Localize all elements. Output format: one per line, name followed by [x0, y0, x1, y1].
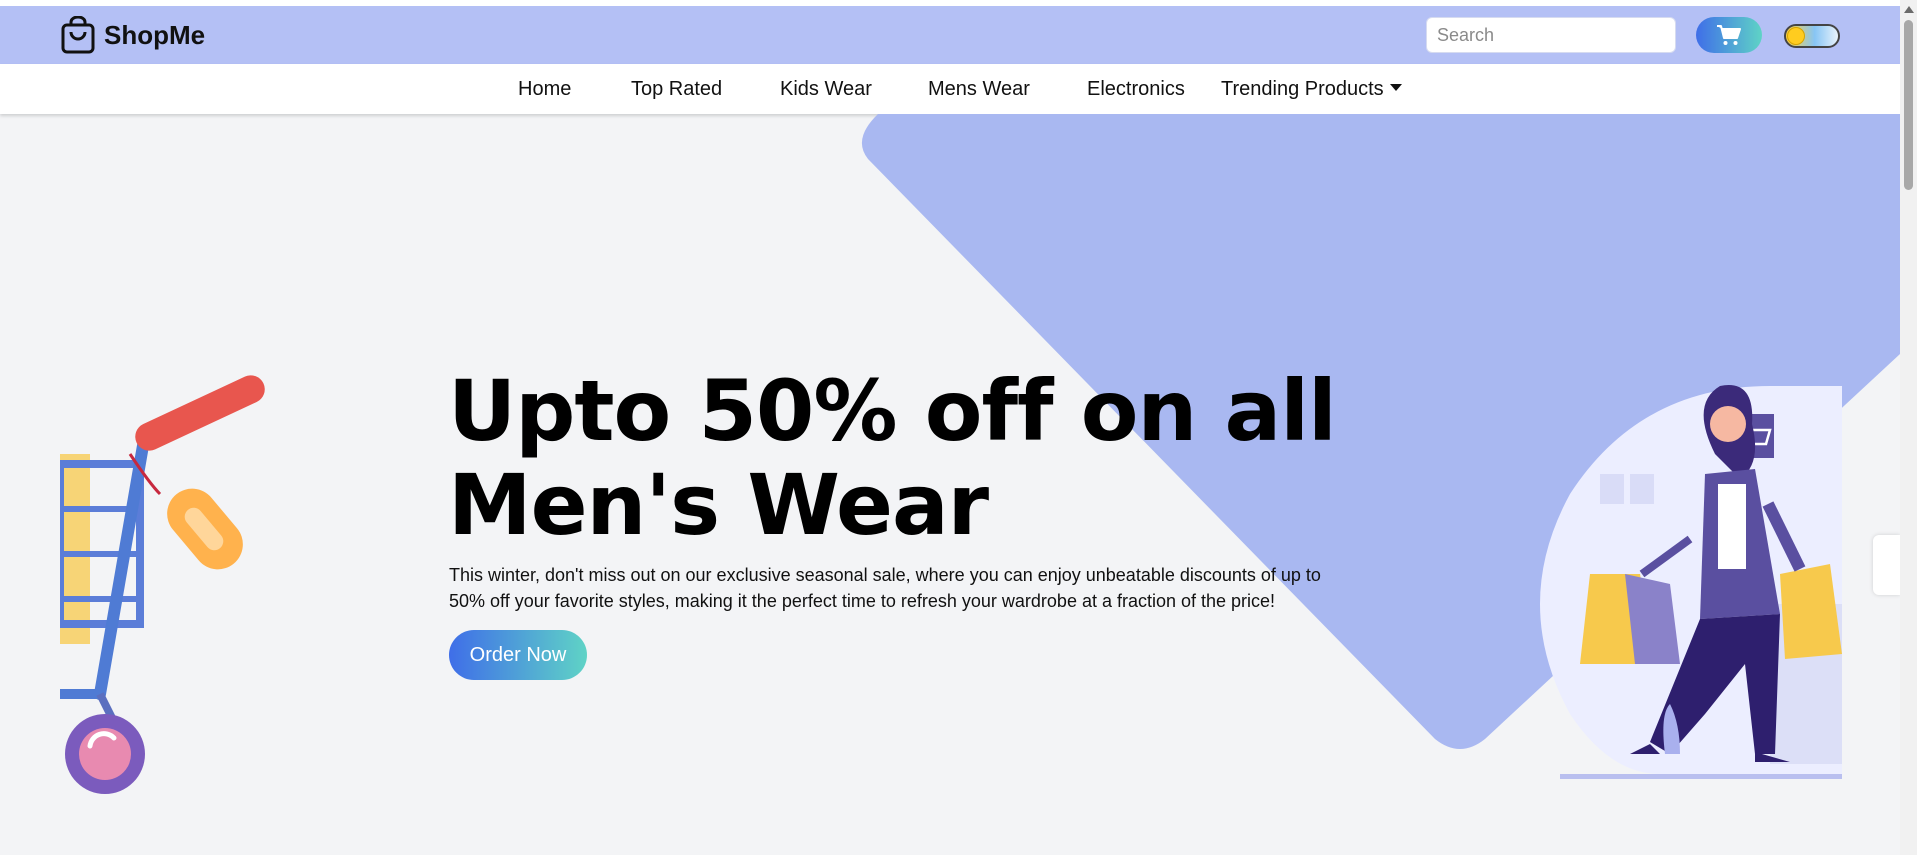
vertical-scrollbar[interactable]: [1900, 0, 1917, 855]
main-nav: Home Top Rated Kids Wear Mens Wear Elect…: [0, 64, 1900, 114]
nav-item-trending-label: Trending Products: [1221, 78, 1384, 100]
logo-text: ShopMe: [104, 19, 206, 50]
shopping-bag-icon: [61, 16, 95, 54]
nav-item-mens-wear[interactable]: Mens Wear: [928, 78, 1030, 101]
header-bar: ShopMe: [0, 6, 1900, 64]
cart-button[interactable]: [1696, 17, 1762, 53]
nav-item-top-rated[interactable]: Top Rated: [631, 78, 722, 101]
shopping-woman-illustration: [1540, 385, 1842, 779]
scroll-thumb[interactable]: [1904, 20, 1913, 190]
order-now-button[interactable]: Order Now: [449, 630, 587, 680]
shopping-cart-illustration: [60, 375, 265, 794]
side-panel-tab[interactable]: [1873, 535, 1900, 595]
sun-toggle-icon: [1787, 27, 1805, 45]
logo[interactable]: ShopMe: [60, 16, 205, 54]
nav-item-trending-products[interactable]: Trending Products: [1221, 78, 1402, 101]
cart-icon: [1717, 25, 1741, 45]
search-box[interactable]: [1426, 17, 1676, 53]
theme-toggle[interactable]: [1784, 24, 1840, 48]
nav-item-electronics[interactable]: Electronics: [1087, 78, 1185, 101]
scroll-up-arrow-icon[interactable]: [1904, 6, 1914, 13]
nav-item-home[interactable]: Home: [518, 78, 571, 101]
nav-item-kids-wear[interactable]: Kids Wear: [780, 78, 872, 101]
hero-headline: Upto 50% off on all Men's Wear: [448, 362, 1337, 554]
search-input[interactable]: [1437, 24, 1669, 46]
hero-description: This winter, don't miss out on our exclu…: [449, 565, 1321, 611]
caret-down-icon: [1389, 84, 1402, 92]
hero-banner: Upto 50% off on all Men's Wear This wint…: [0, 114, 1900, 855]
